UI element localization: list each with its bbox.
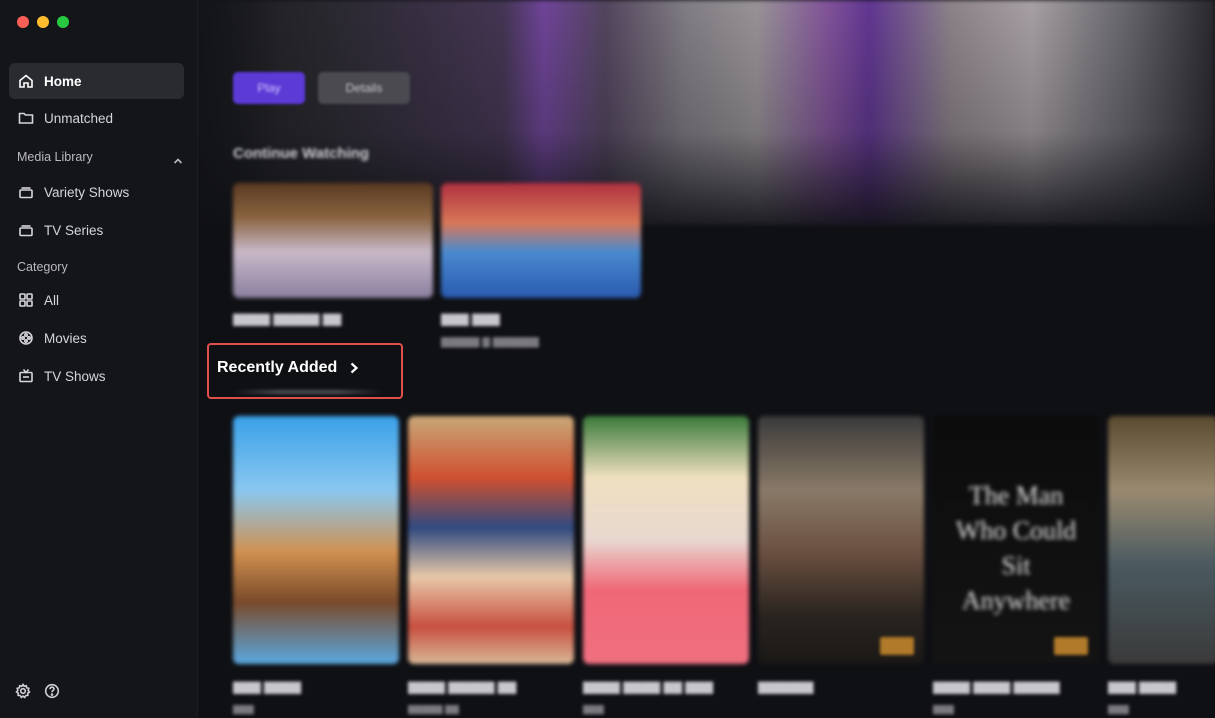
minimize-window-button[interactable]	[37, 16, 49, 28]
poster-card[interactable]	[758, 416, 924, 664]
card-title-placeholder: ▇▇▇ ▇▇▇	[441, 312, 500, 326]
film-reel-icon	[17, 329, 35, 347]
sidebar-item-home[interactable]: Home	[9, 63, 184, 99]
sidebar-item-all[interactable]: All	[9, 282, 184, 318]
play-button[interactable]: Play	[233, 72, 305, 104]
zoom-window-button[interactable]	[57, 16, 69, 28]
sidebar-item-label: TV Series	[44, 222, 104, 238]
library-stack-icon	[17, 183, 35, 201]
sidebar-item-label: Unmatched	[44, 110, 114, 126]
poster-title-art: The Man Who Could Sit Anywhere	[955, 481, 1077, 616]
category-section-label: Category	[17, 260, 68, 274]
close-window-button[interactable]	[17, 16, 29, 28]
library-stack-icon	[17, 221, 35, 239]
sidebar-item-label: All	[44, 292, 60, 308]
media-library-section-label[interactable]: Media Library	[17, 150, 93, 164]
settings-gear-icon[interactable]	[15, 683, 31, 704]
poster-card[interactable]	[583, 416, 749, 664]
poster-title-placeholder: ▇▇▇▇ ▇▇▇▇ ▇▇ ▇▇▇	[583, 680, 713, 694]
poster-badge	[880, 637, 914, 655]
continue-watching-title: Continue Watching	[233, 145, 370, 162]
folder-icon	[17, 109, 35, 127]
poster-title-placeholder: ▇▇▇▇ ▇▇▇▇▇ ▇▇	[408, 680, 517, 694]
poster-card[interactable]	[233, 416, 399, 664]
poster-subtitle-placeholder: ▇▇▇▇▇ ▇▇	[408, 704, 459, 714]
sidebar-item-variety-shows[interactable]: Variety Shows	[9, 174, 184, 210]
sidebar-item-label: Home	[44, 73, 82, 89]
poster-title-placeholder: ▇▇▇▇▇▇	[758, 680, 814, 694]
home-icon	[17, 72, 35, 90]
chevron-right-icon[interactable]	[348, 361, 360, 375]
sidebar-footer	[15, 683, 60, 704]
continue-watching-card[interactable]	[441, 183, 641, 298]
card-subtitle-placeholder: ▇▇▇▇▇ ▇ ▇▇▇▇▇▇	[441, 337, 539, 348]
poster-subtitle-placeholder: ▇▇▇	[233, 704, 254, 714]
sidebar-item-unmatched[interactable]: Unmatched	[9, 100, 184, 136]
window-controls	[17, 16, 69, 28]
poster-title-placeholder: ▇▇▇ ▇▇▇▇	[1108, 680, 1176, 694]
grid-icon	[17, 291, 35, 309]
main-content: Play Details Continue Watching ▇▇▇▇ ▇▇▇▇…	[198, 0, 1215, 718]
poster-card[interactable]	[1108, 416, 1215, 664]
section-divider	[233, 390, 383, 394]
details-button[interactable]: Details	[318, 72, 410, 104]
sidebar-item-label: Movies	[44, 330, 87, 346]
help-question-icon[interactable]	[44, 683, 60, 704]
card-title-placeholder: ▇▇▇▇ ▇▇▇▇▇ ▇▇	[233, 312, 342, 326]
sidebar-item-movies[interactable]: Movies	[9, 320, 184, 356]
poster-title-placeholder: ▇▇▇▇ ▇▇▇▇ ▇▇▇▇▇	[933, 680, 1060, 694]
continue-watching-card[interactable]	[233, 183, 433, 298]
poster-title-placeholder: ▇▇▇ ▇▇▇▇	[233, 680, 301, 694]
chevron-up-icon[interactable]	[173, 153, 183, 164]
sidebar-item-label: Variety Shows	[44, 184, 130, 200]
sidebar: Home Unmatched Media Library Variety Sho…	[0, 0, 198, 718]
poster-card[interactable]	[408, 416, 574, 664]
poster-subtitle-placeholder: ▇▇▇	[933, 704, 954, 714]
recently-added-title[interactable]: Recently Added	[217, 359, 337, 377]
sidebar-item-label: TV Shows	[44, 368, 106, 384]
sidebar-item-tv-series[interactable]: TV Series	[9, 212, 184, 248]
poster-subtitle-placeholder: ▇▇▇	[583, 704, 604, 714]
sidebar-item-tv-shows[interactable]: TV Shows	[9, 358, 184, 394]
poster-badge	[1054, 637, 1088, 655]
poster-subtitle-placeholder: ▇▇▇	[1108, 704, 1129, 714]
tv-icon	[17, 367, 35, 385]
